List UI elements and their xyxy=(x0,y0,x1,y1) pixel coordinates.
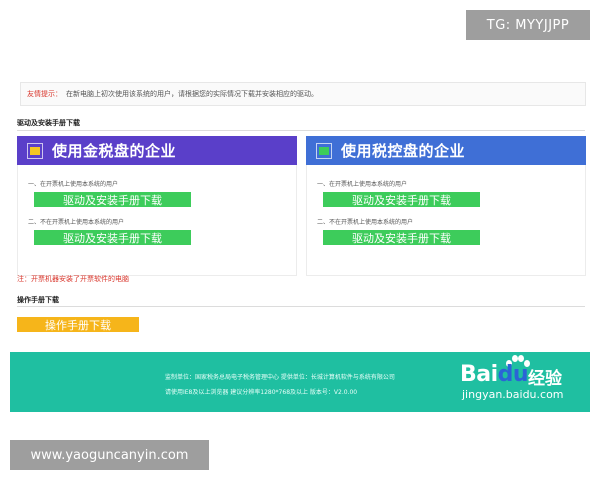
panel-title: 使用税控盘的企业 xyxy=(341,142,466,160)
panel-tax-control: 使用税控盘的企业 一、在开票机上使用本系统的用户 驱动及安装手册下载 二、不在开… xyxy=(306,136,586,276)
section-divider xyxy=(17,306,585,307)
driver-download-button[interactable]: 驱动及安装手册下载 xyxy=(323,230,480,245)
minus-icon xyxy=(316,142,332,159)
minus-icon xyxy=(27,142,43,159)
tg-badge: TG: MYYJJPP xyxy=(466,10,590,40)
panel-header: 使用税控盘的企业 xyxy=(306,136,586,165)
site-badge: www.yaoguncanyin.com xyxy=(10,440,209,470)
manual-section-title: 操作手册下载 xyxy=(17,296,59,304)
footer: 监制单位：国家税务总局电子税务管理中心 提供单位：长城计算机软件与系统有限公司 … xyxy=(10,352,590,412)
panel-golden-tax: 使用金税盘的企业 一、在开票机上使用本系统的用户 驱动及安装手册下载 二、不在开… xyxy=(17,136,297,276)
footer-requirements: 请使用IE8及以上浏览器 建议分辨率1280*768及以上 版本号：V2.0.0… xyxy=(165,389,358,396)
user-type-text: 二、不在开票机上使用本系统的用户 xyxy=(28,219,125,226)
driver-section-title: 驱动及安装手册下载 xyxy=(17,119,80,127)
notice-text: 在新电脑上初次使用该系统的用户，请根据您的实际情况下载并安装相应的驱动。 xyxy=(66,90,318,98)
manual-download-button[interactable]: 操作手册下载 xyxy=(17,317,139,332)
note-text: 注：开票机器安装了开票软件的电脑 xyxy=(17,275,129,283)
driver-download-button[interactable]: 驱动及安装手册下载 xyxy=(323,192,480,207)
notice-bar: 友情提示： 在新电脑上初次使用该系统的用户，请根据您的实际情况下载并安装相应的驱… xyxy=(20,82,586,106)
panel-body: 一、在开票机上使用本系统的用户 驱动及安装手册下载 二、不在开票机上使用本系统的… xyxy=(306,165,586,276)
baidu-jingyan-watermark: Baidu 经验 jingyan.baidu.com xyxy=(460,355,580,408)
user-type-text: 二、不在开票机上使用本系统的用户 xyxy=(317,219,414,226)
notice-label: 友情提示： xyxy=(27,90,62,98)
footer-credits: 监制单位：国家税务总局电子税务管理中心 提供单位：长城计算机软件与系统有限公司 xyxy=(165,374,395,381)
driver-download-button[interactable]: 驱动及安装手册下载 xyxy=(34,192,191,207)
driver-download-button[interactable]: 驱动及安装手册下载 xyxy=(34,230,191,245)
baidu-logo: Baidu xyxy=(460,362,529,387)
jingyan-label: 经验 xyxy=(528,369,562,389)
panel-body: 一、在开票机上使用本系统的用户 驱动及安装手册下载 二、不在开票机上使用本系统的… xyxy=(17,165,297,276)
user-type-text: 一、在开票机上使用本系统的用户 xyxy=(28,181,119,188)
section-divider xyxy=(17,130,585,131)
user-type-text: 一、在开票机上使用本系统的用户 xyxy=(317,181,408,188)
panel-title: 使用金税盘的企业 xyxy=(52,142,177,160)
page-content: 友情提示： 在新电脑上初次使用该系统的用户，请根据您的实际情况下载并安装相应的驱… xyxy=(10,66,590,412)
watermark-url: jingyan.baidu.com xyxy=(462,388,564,401)
panel-header: 使用金税盘的企业 xyxy=(17,136,297,165)
